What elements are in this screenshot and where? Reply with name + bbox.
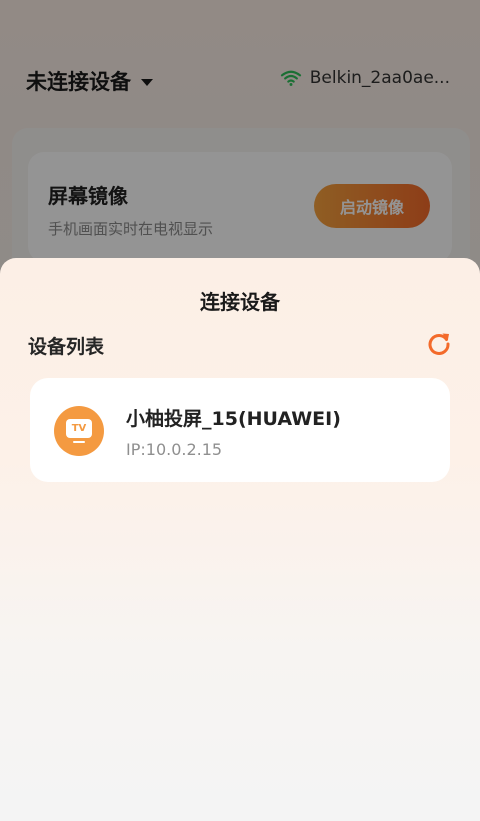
sheet-title: 连接设备 bbox=[200, 290, 280, 314]
device-list-item[interactable]: TV 小柚投屏_15(HUAWEI) IP:10.0.2.15 bbox=[30, 378, 450, 482]
tv-icon: TV bbox=[54, 406, 104, 456]
device-name: 小柚投屏_15(HUAWEI) bbox=[126, 408, 341, 430]
device-list-header: 设备列表 bbox=[28, 336, 105, 358]
device-ip: IP:10.0.2.15 bbox=[126, 440, 223, 459]
tv-icon-stand bbox=[73, 441, 85, 443]
connect-device-sheet: 连接设备 设备列表 TV 小柚投屏_15(HUAWEI) IP:10.0.2.1… bbox=[0, 258, 480, 821]
tv-icon-screen: TV bbox=[66, 419, 92, 438]
refresh-icon[interactable] bbox=[426, 330, 452, 356]
